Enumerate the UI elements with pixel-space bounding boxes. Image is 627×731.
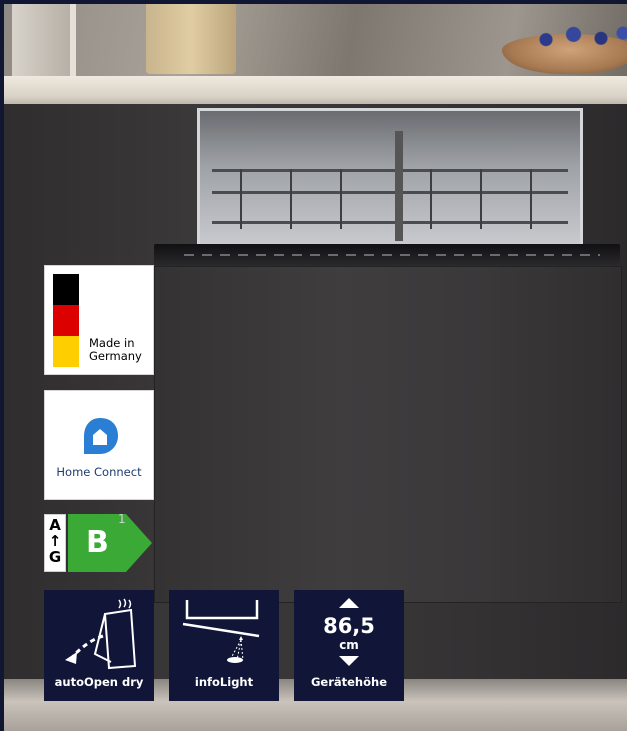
device-height-value: 86,5 [323, 614, 375, 638]
spray-arm [395, 131, 403, 241]
auto-open-dry-icon [65, 598, 137, 670]
info-light-label: infoLight [194, 675, 254, 689]
energy-scale-top: A [49, 516, 61, 534]
countertop [4, 76, 627, 106]
german-flag-icon [53, 274, 79, 367]
rack-tine [340, 169, 342, 229]
rack-tine [530, 169, 532, 229]
home-connect-label: Home Connect [56, 465, 142, 479]
device-height-label: Gerätehöhe [310, 675, 388, 689]
dishwasher-interior [197, 108, 583, 250]
made-in-germany-text: Made in Germany [89, 337, 142, 363]
energy-scale-arrow: ↑ [48, 532, 62, 550]
energy-scale: A ↑ G [44, 514, 66, 572]
auto-open-dry-badge: autoOpen dry [44, 590, 154, 701]
rack-tine [240, 169, 242, 229]
wall-cabinet [12, 4, 76, 86]
arrow-down-icon [339, 656, 359, 666]
rack-tine [430, 169, 432, 229]
energy-scale-bottom: G [48, 548, 62, 566]
auto-open-dry-label: autoOpen dry [54, 675, 144, 689]
info-light-icon [182, 600, 260, 663]
energy-label: A ↑ G B [44, 512, 154, 574]
germany-label: Germany [89, 349, 142, 363]
device-height-badge: 86,5 cm Gerätehöhe [294, 590, 404, 701]
blueberries [524, 24, 627, 50]
made-in-germany-badge: Made in Germany [44, 265, 154, 375]
rack-tine [290, 169, 292, 229]
dishwasher-door [154, 266, 622, 603]
control-panel [154, 244, 620, 266]
info-light-badge: infoLight [169, 590, 279, 701]
device-height-unit: cm [339, 638, 359, 652]
home-connect-icon [84, 418, 118, 454]
home-connect-badge: Home Connect [44, 390, 154, 500]
energy-class-letter: B [86, 525, 109, 560]
rack-rail [212, 191, 568, 194]
lower-rack [212, 221, 568, 224]
control-buttons [184, 254, 600, 256]
energy-footnote: 1 [118, 512, 126, 526]
energy-class-arrow [68, 514, 152, 572]
arrow-up-icon [339, 598, 359, 608]
rack-tine [480, 169, 482, 229]
upper-rack [212, 169, 568, 172]
kitchen-canister [146, 4, 236, 74]
